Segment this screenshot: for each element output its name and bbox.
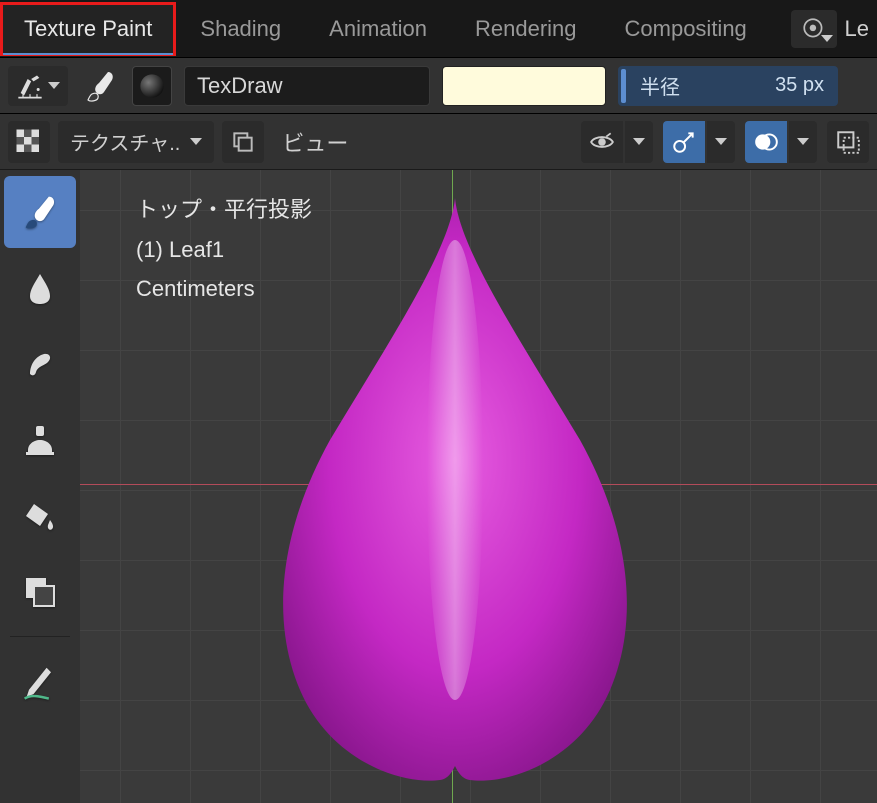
view-menu[interactable]: ビュー [272, 126, 358, 158]
mode-selector[interactable] [8, 66, 68, 106]
toolbar-divider [10, 636, 70, 637]
object-label: (1) Leaf1 [136, 230, 312, 270]
brush-color-swatch[interactable] [442, 66, 606, 106]
tab-shading[interactable]: Shading [176, 2, 305, 56]
brush-name-field[interactable]: TexDraw [184, 66, 430, 106]
clone-stamp-icon [20, 420, 60, 460]
brush-radius-field[interactable]: 半径 35 px [618, 66, 838, 106]
tool-annotate[interactable] [4, 645, 76, 717]
checker-icon [14, 127, 44, 157]
viewport-header: テクスチャ.. ビュー [0, 114, 877, 170]
viewport-3d[interactable]: トップ・平行投影 (1) Leaf1 Centimeters [80, 170, 877, 803]
interaction-mode-dropdown[interactable]: テクスチャ.. [58, 121, 214, 163]
pin-id-button[interactable] [222, 121, 264, 163]
tab-animation[interactable]: Animation [305, 2, 451, 56]
annotate-pencil-icon [18, 659, 62, 703]
brush-icon [82, 68, 118, 104]
droplet-icon [20, 268, 60, 308]
tab-rendering[interactable]: Rendering [451, 2, 601, 56]
mask-icon [20, 572, 60, 612]
texture-paint-mode-icon [16, 72, 44, 100]
scene-selector-button[interactable] [791, 10, 837, 48]
scene-name-truncated: Le [845, 16, 869, 42]
projection-label: トップ・平行投影 [136, 190, 312, 230]
main-area: トップ・平行投影 (1) Leaf1 Centimeters [0, 170, 877, 803]
tool-mask[interactable] [4, 556, 76, 628]
smear-icon [20, 344, 60, 384]
tab-texture-paint[interactable]: Texture Paint [0, 2, 176, 56]
viewport-object [270, 190, 640, 790]
units-label: Centimeters [136, 269, 312, 309]
tab-compositing[interactable]: Compositing [601, 2, 771, 56]
tool-bar [0, 170, 80, 803]
mode-label: テクスチャ.. [70, 127, 180, 156]
viewport-overlay-text: トップ・平行投影 (1) Leaf1 Centimeters [136, 190, 312, 309]
tool-draw[interactable] [4, 176, 76, 248]
tool-header: TexDraw 半径 35 px [0, 58, 877, 114]
tool-smear[interactable] [4, 328, 76, 400]
xray-icon [835, 129, 861, 155]
tool-soften[interactable] [4, 252, 76, 324]
radius-value: 35 px [775, 74, 824, 97]
brush-preset-icon[interactable] [80, 66, 120, 106]
radius-label: 半径 [640, 71, 680, 100]
overlay-toggle[interactable] [745, 121, 817, 163]
visibility-dropdown[interactable] [581, 121, 653, 163]
copy-icon [230, 129, 256, 155]
sphere-icon [138, 72, 166, 100]
xray-toggle[interactable] [827, 121, 869, 163]
tool-clone[interactable] [4, 404, 76, 476]
workspace-tabs: Texture Paint Shading Animation Renderin… [0, 0, 877, 58]
tool-fill[interactable] [4, 480, 76, 552]
overlay-icon [753, 129, 779, 155]
editor-type-button[interactable] [8, 121, 50, 163]
brush-texture-thumb[interactable] [132, 66, 172, 106]
gizmo-icon [671, 129, 697, 155]
bucket-fill-icon [20, 496, 60, 536]
draw-brush-icon [18, 190, 62, 234]
eye-icon [589, 132, 615, 152]
gizmo-toggle[interactable] [663, 121, 735, 163]
